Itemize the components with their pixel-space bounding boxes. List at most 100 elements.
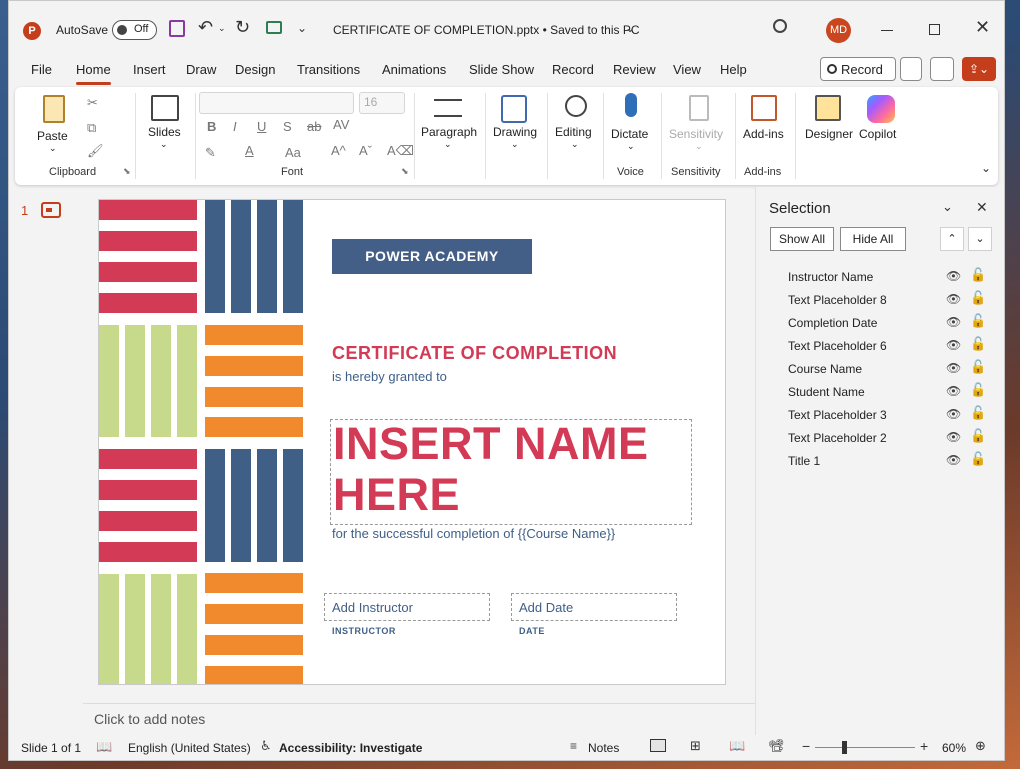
eye-icon[interactable]: 👁	[946, 269, 961, 283]
unlock-icon[interactable]: 🔓	[970, 382, 986, 398]
font-size-dropdown[interactable]: 16	[359, 92, 405, 114]
paragraph-button[interactable]: Paragraph ⌄	[418, 93, 480, 155]
selection-item[interactable]: Text Placeholder 3 👁 🔓	[756, 405, 1004, 425]
close-icon[interactable]: ✕	[975, 17, 990, 38]
selection-item[interactable]: Title 1 👁 🔓	[756, 451, 1004, 471]
selection-item[interactable]: Text Placeholder 2 👁 🔓	[756, 428, 1004, 448]
highlight-icon[interactable]: ✎	[205, 145, 216, 161]
autosave-toggle[interactable]: Off	[112, 20, 157, 40]
pane-close-icon[interactable]: ✕	[976, 199, 988, 216]
selection-item[interactable]: Text Placeholder 6 👁 🔓	[756, 336, 1004, 356]
undo-icon[interactable]: ↶	[198, 17, 213, 38]
underline-icon[interactable]: U	[257, 119, 266, 134]
user-avatar[interactable]: MD	[826, 18, 851, 43]
tab-draw[interactable]: Draw	[186, 59, 216, 83]
tab-transitions[interactable]: Transitions	[297, 59, 360, 83]
selection-item[interactable]: Course Name 👁 🔓	[756, 359, 1004, 379]
font-launcher-icon[interactable]: ⬊	[401, 166, 409, 177]
slideshow-icon[interactable]: 📽	[768, 738, 785, 754]
drawing-button[interactable]: Drawing ⌄	[489, 93, 543, 155]
selection-item[interactable]: Student Name 👁 🔓	[756, 382, 1004, 402]
show-all-button[interactable]: Show All	[770, 227, 834, 251]
comments-icon[interactable]	[930, 57, 954, 81]
tab-design[interactable]: Design	[235, 59, 275, 83]
granted-text[interactable]: is hereby granted to	[332, 369, 447, 384]
eye-icon[interactable]: 👁	[946, 315, 961, 329]
slide-canvas[interactable]: POWER ACADEMY CERTIFICATE OF COMPLETION …	[98, 199, 726, 685]
unlock-icon[interactable]: 🔓	[970, 405, 986, 421]
title-dropdown-icon[interactable]: ⌄	[625, 21, 635, 35]
zoom-in-icon[interactable]: +	[920, 738, 928, 754]
italic-icon[interactable]: I	[233, 119, 237, 134]
notes-toggle[interactable]: Notes	[588, 741, 619, 755]
eye-icon[interactable]: 👁	[946, 430, 961, 444]
maximize-icon[interactable]	[929, 24, 940, 35]
zoom-slider-thumb[interactable]	[842, 741, 847, 754]
editing-button[interactable]: Editing ⌄	[551, 93, 601, 155]
pane-options-chevron-icon[interactable]: ⌄	[942, 199, 953, 215]
save-icon[interactable]	[169, 20, 185, 37]
shadow-icon[interactable]: S	[283, 119, 292, 134]
tab-animations[interactable]: Animations	[382, 59, 446, 83]
present-icon[interactable]	[266, 21, 282, 34]
date-label[interactable]: DATE	[519, 626, 545, 636]
eye-icon[interactable]: 👁	[946, 338, 961, 352]
accessibility-icon[interactable]: ♿	[260, 738, 272, 754]
selection-item[interactable]: Text Placeholder 8 👁 🔓	[756, 290, 1004, 310]
tab-review[interactable]: Review	[613, 59, 656, 83]
completion-text[interactable]: for the successful completion of {{Cours…	[332, 526, 615, 541]
bold-icon[interactable]: B	[207, 119, 216, 134]
slide-sorter-icon[interactable]: ⊞	[690, 738, 701, 754]
eye-icon[interactable]: 👁	[946, 384, 961, 398]
clipboard-launcher-icon[interactable]: ⬊	[123, 166, 131, 177]
instructor-placeholder-box[interactable]: Add Instructor	[324, 593, 490, 621]
unlock-icon[interactable]: 🔓	[970, 428, 986, 444]
font-family-dropdown[interactable]	[199, 92, 354, 114]
clear-formatting-icon[interactable]: A⌫	[387, 143, 414, 159]
tab-record[interactable]: Record	[552, 59, 594, 83]
accessibility-status[interactable]: Accessibility: Investigate	[279, 741, 422, 755]
unlock-icon[interactable]: 🔓	[970, 313, 986, 329]
tab-insert[interactable]: Insert	[133, 59, 166, 83]
unlock-icon[interactable]: 🔓	[970, 290, 986, 306]
selection-item[interactable]: Instructor Name 👁 🔓	[756, 267, 1004, 287]
search-icon[interactable]	[773, 19, 787, 33]
document-title[interactable]: CERTIFICATE OF COMPLETION.pptx • Saved t…	[333, 23, 640, 37]
redo-icon[interactable]: ↻	[235, 17, 250, 38]
zoom-level[interactable]: 60%	[942, 741, 966, 755]
strikethrough-icon[interactable]: ab	[307, 119, 321, 134]
eye-icon[interactable]: 👁	[946, 292, 961, 306]
collapse-ribbon-icon[interactable]: ⌄	[981, 161, 991, 175]
unlock-icon[interactable]: 🔓	[970, 451, 986, 467]
hide-all-button[interactable]: Hide All	[840, 227, 906, 251]
minimize-icon[interactable]	[881, 30, 893, 31]
fit-to-window-icon[interactable]: ⊕	[975, 738, 986, 754]
selection-item[interactable]: Completion Date 👁 🔓	[756, 313, 1004, 333]
character-spacing-icon[interactable]: AV	[333, 117, 349, 132]
customize-toolbar-icon[interactable]: ⌄	[297, 21, 307, 35]
copilot-button[interactable]: Copilot	[855, 93, 905, 155]
normal-view-icon[interactable]	[650, 739, 666, 752]
paste-button[interactable]: Paste ⌄	[35, 93, 75, 155]
tab-home[interactable]: Home	[76, 59, 111, 85]
banner-box[interactable]: POWER ACADEMY	[332, 239, 532, 274]
format-painter-icon[interactable]: 🖌	[87, 143, 104, 159]
slide-thumbnail[interactable]	[41, 202, 61, 218]
slides-button[interactable]: Slides ⌄	[143, 93, 187, 155]
record-button[interactable]: Record	[820, 57, 896, 81]
decrease-font-icon[interactable]: Aˇ	[359, 143, 372, 158]
eye-icon[interactable]: 👁	[946, 361, 961, 375]
sensitivity-button[interactable]: Sensitivity ⌄	[665, 93, 731, 155]
spellcheck-icon[interactable]: 📖	[96, 739, 112, 755]
addins-button[interactable]: Add-ins	[739, 93, 789, 155]
tab-help[interactable]: Help	[720, 59, 747, 83]
dictate-button[interactable]: Dictate ⌄	[607, 93, 655, 155]
zoom-slider-track[interactable]	[815, 747, 915, 748]
share-button[interactable]: ⇪⌄	[962, 57, 996, 81]
notes-placeholder[interactable]: Click to add notes	[94, 711, 205, 727]
eye-icon[interactable]: 👁	[946, 407, 961, 421]
date-placeholder-box[interactable]: Add Date	[511, 593, 677, 621]
instructor-label[interactable]: INSTRUCTOR	[332, 626, 396, 636]
student-name-box[interactable]: INSERT NAME HERE	[330, 418, 692, 525]
notes-icon[interactable]: ≡	[570, 739, 577, 753]
